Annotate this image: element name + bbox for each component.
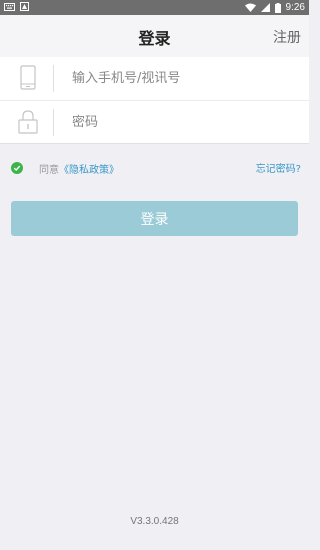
battery-icon [274,2,281,13]
status-time: 9:26 [285,2,305,13]
status-bar-right: 9:26 [244,1,305,14]
register-button[interactable]: 注册 [273,27,301,47]
agreement-row: 同意 《隐私政策》 [11,160,119,176]
check-icon [13,165,21,171]
lock-icon [18,110,38,134]
signal-icon [260,3,270,12]
forgot-password-link[interactable]: 忘记密码? [256,160,301,175]
header: 登录 注册 [0,15,309,58]
app-notification-icon [20,2,29,11]
status-bar: 9:26 [0,0,309,15]
login-button[interactable]: 登录 [11,201,298,236]
keyboard-icon [4,2,15,11]
phone-input[interactable] [72,68,292,88]
agreement-checkbox[interactable] [11,162,23,174]
phone-row [0,57,309,100]
password-divider [53,109,54,136]
wifi-icon [244,3,256,12]
version-label: V3.3.0.428 [130,516,179,527]
page-title: 登录 [138,29,171,48]
password-row [0,100,309,144]
privacy-policy-link[interactable]: 《隐私政策》 [59,161,119,176]
password-input[interactable] [72,112,292,132]
status-bar-left [4,2,29,11]
phone-divider [53,65,54,92]
login-form [0,57,309,144]
agreement-label: 同意 [39,164,59,176]
phone-icon [20,65,36,90]
